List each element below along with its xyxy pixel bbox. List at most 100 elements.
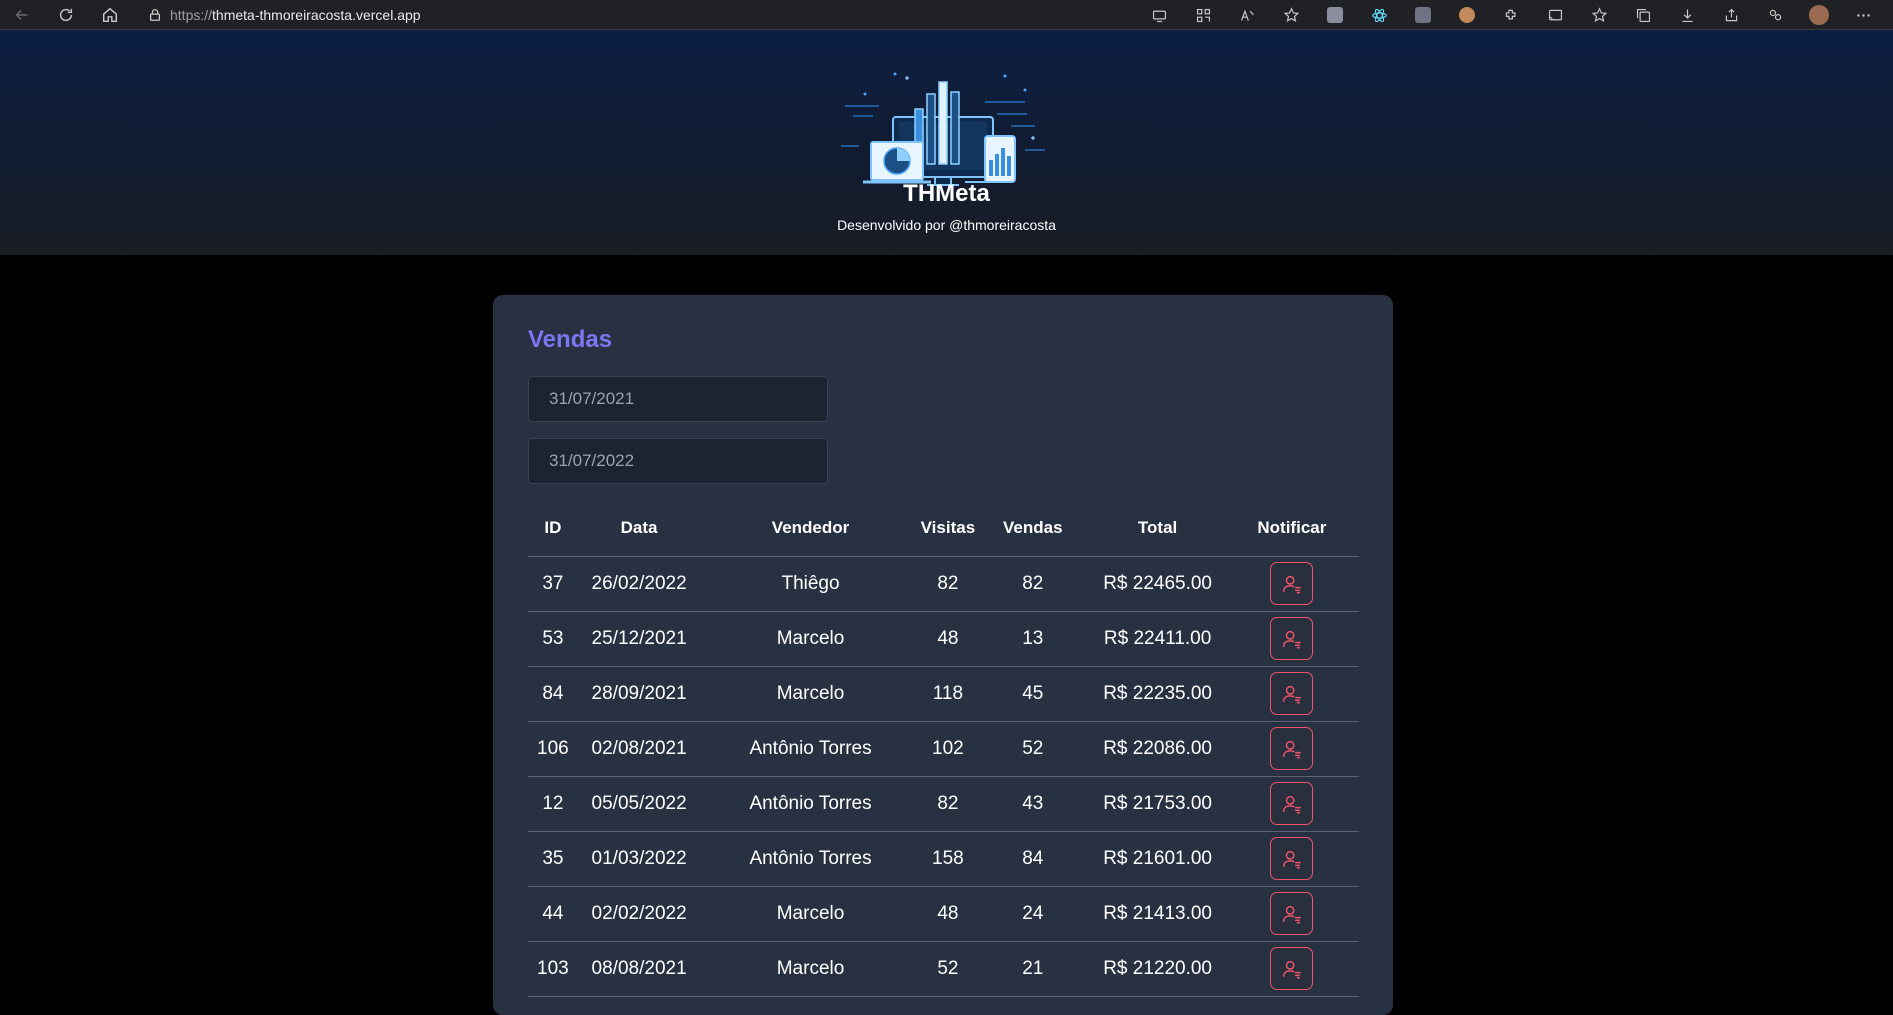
- cell-id: 44: [528, 886, 578, 942]
- cell-notify: [1224, 666, 1359, 722]
- cell-visits: 48: [920, 886, 976, 942]
- notify-user-icon: [1282, 905, 1301, 923]
- cell-date: 26/02/2022: [577, 556, 701, 612]
- table-header-row: ID Data Vendedor Visitas Vendas Total No…: [528, 501, 1359, 557]
- site-title: THMeta: [903, 180, 990, 207]
- qr-code-icon[interactable]: [1181, 0, 1225, 30]
- profile-switch-icon[interactable]: [1753, 0, 1797, 30]
- cell-visits: 82: [920, 776, 976, 832]
- cell-date: 01/03/2022: [577, 831, 701, 887]
- cell-notify: [1224, 776, 1359, 832]
- cell-seller: Marcelo: [700, 886, 921, 942]
- extension-face-icon[interactable]: [1445, 0, 1489, 30]
- cell-date: 05/05/2022: [577, 776, 701, 832]
- sales-card: Vendas ID Data Vendedor Visitas Vendas T…: [493, 295, 1393, 1015]
- cell-sales: 43: [975, 776, 1091, 832]
- extension-b-icon[interactable]: [1401, 0, 1445, 30]
- notify-button[interactable]: [1270, 617, 1314, 660]
- notify-button[interactable]: [1270, 727, 1314, 770]
- min-date-input[interactable]: [528, 376, 828, 422]
- notify-user-icon: [1282, 850, 1301, 868]
- cell-seller: Thiêgo: [700, 556, 921, 612]
- cell-total: R$ 21220.00: [1090, 941, 1225, 997]
- column-header-date: Data: [577, 501, 701, 557]
- column-header-seller: Vendedor: [700, 501, 921, 557]
- address-bar[interactable]: https://thmeta-thmoreiracosta.vercel.app: [140, 0, 421, 30]
- table-row: 106 02/08/2021 Antônio Torres 102 52 R$ …: [528, 721, 1359, 777]
- cell-sales: 84: [975, 831, 1091, 887]
- table-row: 103 08/08/2021 Marcelo 52 21 R$ 21220.00: [528, 941, 1359, 997]
- notify-button[interactable]: [1270, 782, 1314, 825]
- cell-total: R$ 22411.00: [1090, 611, 1225, 667]
- favorite-add-icon[interactable]: [1269, 0, 1313, 30]
- extensions-icon[interactable]: [1489, 0, 1533, 30]
- notify-button[interactable]: [1270, 947, 1314, 990]
- cell-id: 103: [528, 941, 578, 997]
- favorites-icon[interactable]: [1577, 0, 1621, 30]
- cell-date: 02/08/2021: [577, 721, 701, 777]
- column-header-sales: Vendas: [975, 501, 1091, 557]
- cell-seller: Marcelo: [700, 941, 921, 997]
- table-row: 37 26/02/2022 Thiêgo 82 82 R$ 22465.00: [528, 556, 1359, 612]
- column-header-id: ID: [528, 501, 578, 557]
- table-row: 12 05/05/2022 Antônio Torres 82 43 R$ 21…: [528, 776, 1359, 832]
- notify-button[interactable]: [1270, 892, 1314, 935]
- more-options-icon[interactable]: [1841, 0, 1885, 30]
- notify-user-icon: [1282, 740, 1301, 758]
- cell-total: R$ 22086.00: [1090, 721, 1225, 777]
- react-devtools-icon[interactable]: [1357, 0, 1401, 30]
- cell-visits: 158: [920, 831, 976, 887]
- cell-seller: Antônio Torres: [700, 721, 921, 777]
- extension-m-icon[interactable]: [1313, 0, 1357, 30]
- share-icon[interactable]: [1709, 0, 1753, 30]
- back-icon[interactable]: [0, 0, 44, 30]
- cell-sales: 52: [975, 721, 1091, 777]
- cell-visits: 48: [920, 611, 976, 667]
- avatar[interactable]: [1797, 0, 1841, 30]
- max-date-input[interactable]: [528, 438, 828, 484]
- cast-icon[interactable]: [1533, 0, 1577, 30]
- column-header-notify: Notificar: [1224, 501, 1359, 557]
- column-header-total: Total: [1090, 501, 1225, 557]
- cell-date: 28/09/2021: [577, 666, 701, 722]
- notify-user-icon: [1282, 575, 1301, 593]
- cell-id: 37: [528, 556, 578, 612]
- browser-toolbar: https://thmeta-thmoreiracosta.vercel.app: [0, 0, 1893, 30]
- site-header: THMeta Desenvolvido por @thmoreiracosta: [0, 30, 1893, 255]
- cell-total: R$ 21413.00: [1090, 886, 1225, 942]
- notify-button[interactable]: [1270, 562, 1314, 605]
- cell-id: 84: [528, 666, 578, 722]
- cell-visits: 102: [920, 721, 976, 777]
- cell-total: R$ 21753.00: [1090, 776, 1225, 832]
- column-header-visits: Visitas: [920, 501, 976, 557]
- cell-total: R$ 22465.00: [1090, 556, 1225, 612]
- cell-notify: [1224, 831, 1359, 887]
- cell-visits: 82: [920, 556, 976, 612]
- cell-total: R$ 22235.00: [1090, 666, 1225, 722]
- cell-id: 53: [528, 611, 578, 667]
- cell-id: 106: [528, 721, 578, 777]
- cell-seller: Marcelo: [700, 611, 921, 667]
- cell-sales: 24: [975, 886, 1091, 942]
- cell-visits: 52: [920, 941, 976, 997]
- cell-notify: [1224, 721, 1359, 777]
- cell-sales: 45: [975, 666, 1091, 722]
- cell-sales: 13: [975, 611, 1091, 667]
- sales-table: ID Data Vendedor Visitas Vendas Total No…: [528, 501, 1359, 997]
- table-row: 53 25/12/2021 Marcelo 48 13 R$ 22411.00: [528, 611, 1359, 667]
- notify-button[interactable]: [1270, 672, 1314, 715]
- notify-user-icon: [1282, 960, 1301, 978]
- app-available-icon[interactable]: [1137, 0, 1181, 30]
- home-icon[interactable]: [88, 0, 132, 30]
- site-subtitle: Desenvolvido por @thmoreiracosta: [837, 217, 1056, 233]
- lock-icon: [140, 8, 170, 22]
- collections-icon[interactable]: [1621, 0, 1665, 30]
- read-aloud-icon[interactable]: [1225, 0, 1269, 30]
- downloads-icon[interactable]: [1665, 0, 1709, 30]
- notify-user-icon: [1282, 685, 1301, 703]
- refresh-icon[interactable]: [44, 0, 88, 30]
- cell-date: 08/08/2021: [577, 941, 701, 997]
- url-host: thmeta-thmoreiracosta.vercel.app: [212, 6, 421, 23]
- sales-title: Vendas: [528, 326, 613, 353]
- notify-button[interactable]: [1270, 837, 1314, 880]
